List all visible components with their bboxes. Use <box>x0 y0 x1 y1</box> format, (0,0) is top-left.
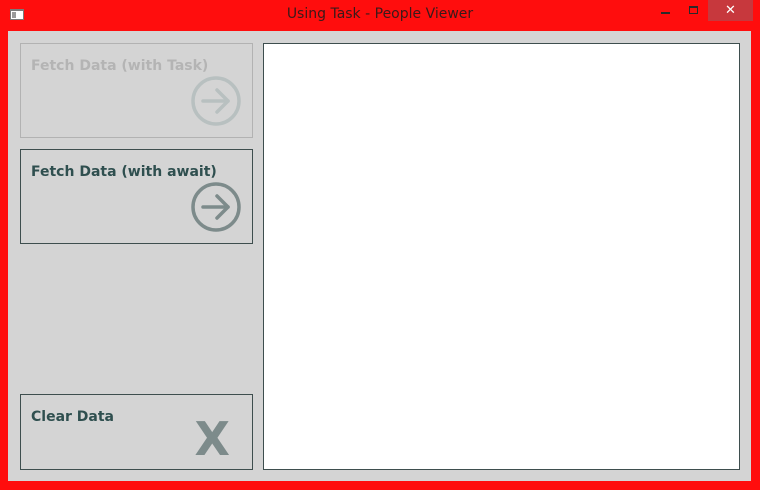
close-icon: ✕ <box>725 3 736 18</box>
arrow-right-circle-icon <box>191 182 241 232</box>
close-button[interactable]: ✕ <box>708 0 753 21</box>
title-bar[interactable]: Using Task - People Viewer ✕ <box>0 0 760 30</box>
clear-data-button[interactable]: Clear Data X <box>20 394 253 470</box>
arrow-right-circle-icon <box>191 76 241 126</box>
client-area: Fetch Data (with Task) Fetch Data (with … <box>8 31 751 481</box>
fetch-data-task-button[interactable]: Fetch Data (with Task) <box>20 43 253 138</box>
maximize-button[interactable] <box>681 0 707 21</box>
window-title: Using Task - People Viewer <box>286 6 474 22</box>
app-window: Using Task - People Viewer ✕ Fetch Data … <box>0 0 760 490</box>
x-icon: X <box>194 412 230 466</box>
minimize-button[interactable] <box>652 0 678 21</box>
fetch-data-await-button[interactable]: Fetch Data (with await) <box>20 149 253 244</box>
clear-data-label: Clear Data <box>31 409 115 425</box>
fetch-data-task-label: Fetch Data (with Task) <box>31 58 209 74</box>
people-list-box[interactable] <box>263 43 740 470</box>
fetch-data-await-label: Fetch Data (with await) <box>31 164 217 180</box>
